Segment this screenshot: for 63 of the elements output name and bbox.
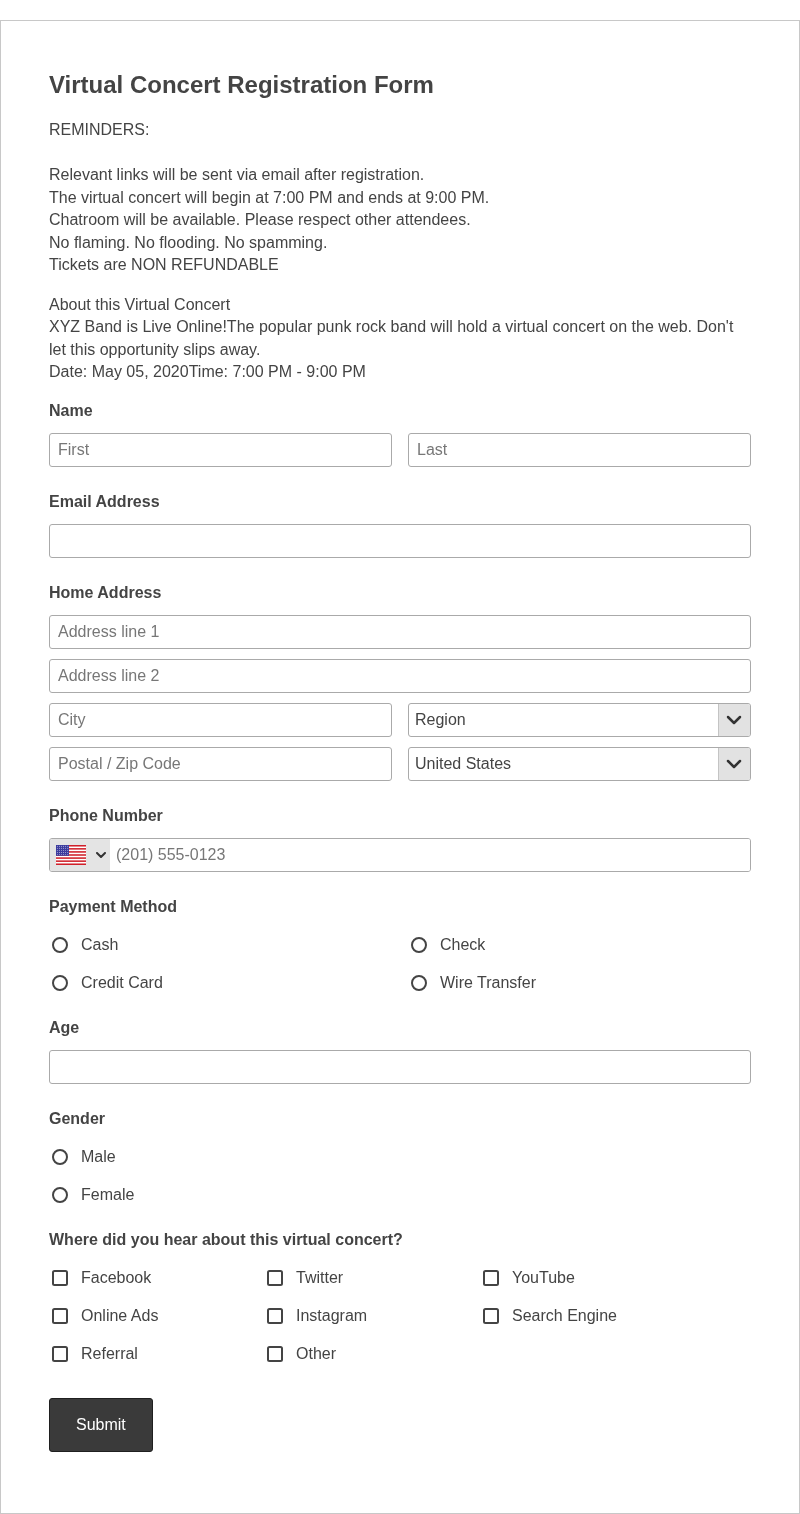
- text-field[interactable]: Last: [408, 432, 751, 467]
- checkbox-label: Referral: [81, 1343, 138, 1364]
- reminders-heading: REMINDERS:: [49, 120, 151, 140]
- chevron-down-icon: [718, 703, 750, 736]
- about-text: XYZ Band is Live Online!The popular punk rock band will hold a virtual concert on the web. Don't let this opportunity slips away.: [49, 317, 735, 360]
- radio-label: Cash: [81, 934, 119, 955]
- reminder-line: The virtual concert will begin at 7:00 PM and ends at 9:00 PM.: [49, 187, 491, 208]
- radio-label: Wire Transfer: [440, 972, 536, 993]
- field-label: Age: [49, 1017, 81, 1038]
- dropdown-field[interactable]: Region: [408, 702, 751, 737]
- checkbox[interactable]: [267, 1307, 283, 1324]
- text-field[interactable]: [49, 523, 751, 558]
- reminder-line: Tickets are NON REFUNDABLE: [49, 255, 280, 275]
- checkbox-label: YouTube: [512, 1267, 575, 1288]
- radio-button[interactable]: [52, 936, 68, 953]
- reminder-line: Chatroom will be available. Please respect other attendees.: [49, 210, 472, 230]
- text-field[interactable]: Address line 1: [49, 614, 751, 649]
- radio-label: Male: [81, 1146, 116, 1167]
- checkbox-label: Facebook: [81, 1267, 152, 1288]
- reminder-line: No flaming. No flooding. No spamming.: [49, 232, 329, 253]
- country-selector[interactable]: [50, 838, 110, 871]
- radio-label: Credit Card: [81, 972, 163, 993]
- checkbox[interactable]: [267, 1269, 283, 1286]
- checkbox-label: Search Engine: [512, 1305, 617, 1326]
- field-label: Name: [49, 400, 94, 421]
- chevron-down-icon: [718, 747, 750, 780]
- checkbox-label: Instagram: [296, 1305, 368, 1326]
- field-label: Home Address: [49, 582, 163, 603]
- about-text: Date: May 05, 2020Time: 7:00 PM - 9:00 PM: [49, 362, 367, 382]
- phone-field[interactable]: (201) 555-0123: [49, 837, 751, 872]
- reminder-line: Relevant links will be sent via email after registration.: [49, 165, 426, 185]
- field-label: Where did you hear about this virtual concert?: [49, 1229, 404, 1250]
- checkbox[interactable]: [483, 1307, 499, 1324]
- checkbox-label: Online Ads: [81, 1305, 159, 1326]
- radio-label: Female: [81, 1184, 135, 1205]
- radio-button[interactable]: [411, 974, 427, 991]
- text-field[interactable]: Postal / Zip Code: [49, 746, 392, 781]
- radio-button[interactable]: [52, 974, 68, 991]
- checkbox-label: Twitter: [296, 1267, 344, 1288]
- field-label: Gender: [49, 1108, 106, 1129]
- text-field[interactable]: First: [49, 432, 392, 467]
- radio-button[interactable]: [52, 1148, 68, 1165]
- about-heading: About this Virtual Concert: [49, 294, 232, 315]
- field-label: Phone Number: [49, 805, 164, 826]
- checkbox[interactable]: [52, 1269, 68, 1286]
- text-field[interactable]: City: [49, 702, 392, 737]
- checkbox[interactable]: [52, 1307, 68, 1324]
- dropdown-field[interactable]: United States: [408, 746, 751, 781]
- text-field[interactable]: [49, 1049, 751, 1084]
- radio-label: Check: [440, 934, 486, 955]
- checkbox[interactable]: [267, 1345, 283, 1362]
- field-label: Email Address: [49, 491, 161, 512]
- radio-button[interactable]: [411, 936, 427, 953]
- checkbox-label: Other: [296, 1343, 336, 1364]
- form-title: Virtual Concert Registration Form: [49, 70, 435, 100]
- submit-button[interactable]: Submit: [49, 1397, 153, 1452]
- text-field[interactable]: Address line 2: [49, 658, 751, 693]
- checkbox[interactable]: [483, 1269, 499, 1286]
- checkbox[interactable]: [52, 1345, 68, 1362]
- radio-button[interactable]: [52, 1186, 68, 1203]
- us-flag-icon: [56, 844, 86, 865]
- chevron-down-icon: [96, 851, 106, 858]
- field-label: Payment Method: [49, 896, 178, 917]
